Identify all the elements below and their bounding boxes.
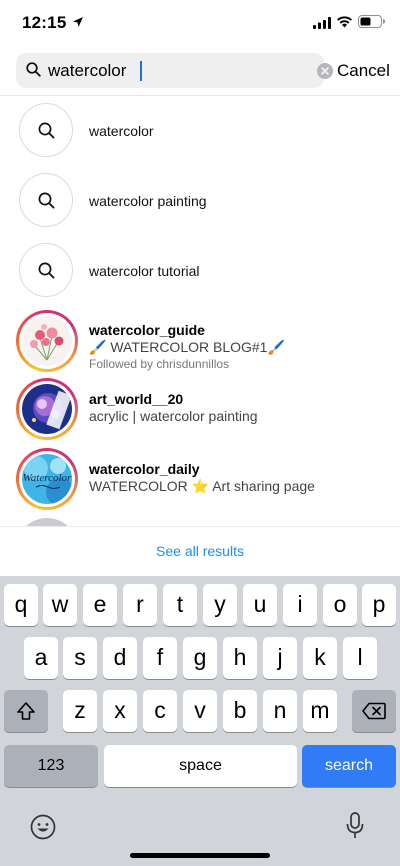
key-c[interactable]: c <box>143 690 177 732</box>
location-arrow-icon <box>73 17 83 27</box>
account-username: watercolor_daily <box>89 461 200 477</box>
see-all-results-button[interactable]: See all results <box>0 543 400 559</box>
avatar-logo-text: Watercolor <box>23 472 72 484</box>
account-row[interactable]: Watercolor watercolor_daily WATERCOLOR ⭐… <box>0 448 400 516</box>
search-bar: Cancel <box>0 53 400 89</box>
key-l[interactable]: l <box>343 637 377 679</box>
story-ring <box>16 378 78 440</box>
account-bio: acrylic | watercolor painting <box>89 408 258 424</box>
cancel-button[interactable]: Cancel <box>337 61 390 81</box>
avatar <box>22 384 72 434</box>
delete-key[interactable] <box>352 690 396 732</box>
key-o[interactable]: o <box>323 584 357 626</box>
search-field[interactable] <box>16 53 333 88</box>
account-bio: 🖌️ WATERCOLOR BLOG#1🖌️ <box>89 339 285 355</box>
key-n[interactable]: n <box>263 690 297 732</box>
key-w[interactable]: w <box>43 584 77 626</box>
search-icon <box>38 192 55 209</box>
key-z[interactable]: z <box>63 690 97 732</box>
suggestion-row[interactable]: watercolor painting <box>0 166 400 234</box>
account-username: watercolor_guide <box>89 322 205 338</box>
see-all-results-bar: See all results <box>0 526 400 576</box>
key-k[interactable]: k <box>303 637 337 679</box>
suggestion-search-icon-circle <box>19 173 73 227</box>
status-bar: 12:15 <box>0 0 400 46</box>
backspace-icon <box>362 702 386 720</box>
key-q[interactable]: q <box>4 584 38 626</box>
account-row[interactable]: art_world__20 acrylic | watercolor paint… <box>0 378 400 446</box>
key-y[interactable]: y <box>203 584 237 626</box>
key-s[interactable]: s <box>63 637 97 679</box>
story-ring <box>16 310 78 372</box>
clear-search-icon[interactable] <box>317 63 333 79</box>
space-key[interactable]: space <box>104 745 297 787</box>
key-e[interactable]: e <box>83 584 117 626</box>
search-input[interactable] <box>48 53 298 88</box>
cellular-signal-icon <box>313 17 331 29</box>
avatar <box>22 316 72 366</box>
key-j[interactable]: j <box>263 637 297 679</box>
search-icon <box>38 262 55 279</box>
key-f[interactable]: f <box>143 637 177 679</box>
suggestion-search-icon-circle <box>19 103 73 157</box>
search-icon <box>26 62 41 77</box>
account-username: art_world__20 <box>89 391 184 407</box>
avatar: Watercolor <box>22 454 72 504</box>
key-a[interactable]: a <box>24 637 58 679</box>
search-results-list: watercolor watercolor painting watercolo… <box>0 96 400 526</box>
search-icon <box>38 122 55 139</box>
search-key[interactable]: search <box>302 745 396 787</box>
microphone-icon[interactable] <box>346 812 364 840</box>
account-bio: WATERCOLOR ⭐ Art sharing page <box>89 478 315 494</box>
keyboard: q w e r t y u i o p a s d f g h j k l z … <box>0 576 400 866</box>
key-t[interactable]: t <box>163 584 197 626</box>
suggestion-label: watercolor <box>89 123 154 139</box>
shift-icon <box>17 702 35 720</box>
key-h[interactable]: h <box>223 637 257 679</box>
suggestion-label: watercolor painting <box>89 193 207 209</box>
watercolor-logo-icon: Watercolor <box>22 454 72 504</box>
account-row[interactable]: watercolor_guide 🖌️ WATERCOLOR BLOG#1🖌️ … <box>0 308 400 376</box>
suggestion-row[interactable]: watercolor tutorial <box>0 236 400 304</box>
key-x[interactable]: x <box>103 690 137 732</box>
text-cursor <box>140 61 142 81</box>
home-indicator <box>130 853 270 858</box>
key-i[interactable]: i <box>283 584 317 626</box>
key-v[interactable]: v <box>183 690 217 732</box>
avatar <box>16 518 78 526</box>
key-b[interactable]: b <box>223 690 257 732</box>
story-ring: Watercolor <box>16 448 78 510</box>
key-u[interactable]: u <box>243 584 277 626</box>
account-row[interactable] <box>0 518 400 526</box>
key-g[interactable]: g <box>183 637 217 679</box>
flower-painting-icon <box>22 316 72 366</box>
wifi-icon <box>337 16 352 28</box>
suggestion-search-icon-circle <box>19 243 73 297</box>
key-p[interactable]: p <box>362 584 396 626</box>
galaxy-painting-icon <box>22 384 72 434</box>
account-followed-by: Followed by chrisdunnillos <box>89 357 230 371</box>
status-time: 12:15 <box>22 13 67 32</box>
suggestion-row[interactable]: watercolor <box>0 96 400 164</box>
numbers-key[interactable]: 123 <box>4 745 98 787</box>
shift-key[interactable] <box>4 690 48 732</box>
emoji-icon[interactable] <box>30 814 56 840</box>
key-d[interactable]: d <box>103 637 137 679</box>
battery-icon <box>358 15 385 28</box>
suggestion-label: watercolor tutorial <box>89 263 200 279</box>
key-m[interactable]: m <box>303 690 337 732</box>
key-r[interactable]: r <box>123 584 157 626</box>
